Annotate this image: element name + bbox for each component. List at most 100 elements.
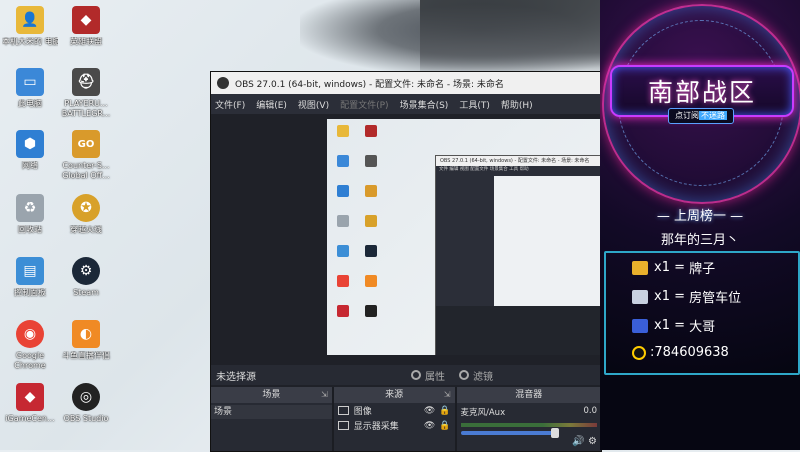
- source-row-display-capture[interactable]: 显示器采集 👁 🔒: [334, 418, 455, 433]
- obs-app-icon: [217, 77, 229, 89]
- desktop-icon-douyu[interactable]: ◐ 斗鱼直播伴侣: [58, 320, 114, 361]
- scenes-header: 场景 ⇲: [211, 387, 332, 403]
- mini-desktop-icon: [337, 185, 349, 197]
- desktop-icon-recycle-bin[interactable]: ♻ 回收站: [2, 194, 58, 235]
- speaker-icon[interactable]: 🔊: [572, 436, 584, 447]
- igamecenter-icon: ◆: [16, 383, 44, 411]
- desktop-icon-csgo[interactable]: GO Counter-S... Global Off...: [58, 130, 114, 181]
- desktop-icon-label: 穿越火线: [70, 225, 102, 234]
- reward-qty: x1: [654, 318, 670, 333]
- obs-titlebar[interactable]: OBS 27.0.1 (64-bit, windows) - 配置文件: 未命名…: [211, 72, 601, 94]
- top-user: 那年的三月丶: [660, 233, 739, 248]
- no-source-label: 未选择源: [216, 371, 256, 383]
- weekly-top-label: — 上周榜一 —: [656, 209, 744, 224]
- menu-tools[interactable]: 工具(T): [459, 98, 490, 111]
- image-source-icon: [337, 406, 349, 415]
- steam-icon: ⚙: [72, 257, 100, 285]
- desktop-icon-igamecenter[interactable]: ◆ iGameCen...: [2, 383, 58, 424]
- sources-title: 来源: [385, 390, 404, 400]
- weekly-label-text: 上周榜一: [673, 209, 726, 224]
- nested-obs-menu: 文件 编辑 视图 配置文件 场景集合 工具 帮助: [439, 167, 529, 172]
- desktop-icon-user[interactable]: 👤 本机大米的 电脑: [2, 6, 58, 47]
- desktop-icon-label: OBS Studio: [63, 414, 109, 423]
- sources-panel: 来源 ⇲ 图像 👁 🔒 显示器采集 👁 🔒: [333, 387, 457, 451]
- csgo-icon: GO: [72, 130, 100, 158]
- desktop-icon-label: 此电脑: [18, 99, 42, 108]
- desktop-icon-pubg[interactable]: ⛑ PLAYERU... BATTLEGR...: [58, 68, 114, 119]
- filters-button[interactable]: 滤镜: [459, 368, 493, 383]
- subscribe-prefix: 点订阅: [675, 111, 699, 120]
- desktop-icon-control-panel[interactable]: ▤ 控制面板: [2, 257, 58, 298]
- crossfire-icon: ✪: [72, 194, 100, 222]
- nested-bottom-panels: [436, 306, 601, 355]
- desktop-icon-label: 斗鱼直播伴侣: [62, 351, 110, 360]
- menu-help[interactable]: 帮助(H): [501, 98, 533, 111]
- reward-row: x1 = 房管车位: [632, 287, 741, 306]
- obs-window[interactable]: OBS 27.0.1 (64-bit, windows) - 配置文件: 未命名…: [210, 71, 602, 452]
- source-name: 显示器采集: [353, 422, 399, 432]
- mini-desktop-icon: [337, 155, 349, 167]
- desktop-icon-label: 网络: [22, 161, 38, 170]
- lock-icon[interactable]: 🔒: [439, 406, 450, 416]
- reward-eq: =: [674, 289, 686, 304]
- desktop-icon-label: Google Chrome: [14, 351, 46, 370]
- source-row-image[interactable]: 图像 👁 🔒: [334, 403, 455, 418]
- desktop-icon-lol[interactable]: ◆ 英雄联盟: [58, 6, 114, 47]
- mini-desktop-icon: [337, 305, 349, 317]
- mini-desktop-icon: [365, 215, 377, 227]
- mini-desktop-icon: [365, 305, 377, 317]
- mixer-channel: 麦克风/Aux 0.0: [457, 403, 602, 421]
- menu-view[interactable]: 视图(V): [298, 98, 329, 111]
- reward-eq: =: [674, 260, 686, 275]
- desktop-icon-this-pc[interactable]: ▭ 此电脑: [2, 68, 58, 109]
- reward-row: x1 = 大哥: [632, 316, 715, 335]
- mini-desktop-icon: [365, 155, 377, 167]
- undock-icon[interactable]: ⇲: [321, 387, 328, 403]
- lock-icon[interactable]: 🔒: [439, 421, 450, 431]
- desktop-icon-network[interactable]: ⬢ 网络: [2, 130, 58, 171]
- properties-button[interactable]: 属性: [411, 368, 445, 383]
- scenes-panel: 场景 ⇲ 场景: [211, 387, 334, 451]
- recycle-bin-icon: ♻: [16, 194, 44, 222]
- desktop-icon-label: 回收站: [18, 225, 42, 234]
- scenes-title: 场景: [262, 390, 281, 400]
- desktop-icon-chrome[interactable]: ◉ Google Chrome: [2, 320, 58, 371]
- desktop-icon-label: 英雄联盟: [70, 37, 102, 46]
- desktop-icon-crossfire[interactable]: ✪ 穿越火线: [58, 194, 114, 235]
- mini-desktop-icon: [365, 185, 377, 197]
- mini-desktop-icon: [365, 125, 377, 137]
- source-toolbar: 未选择源 属性 滤镜: [211, 365, 601, 385]
- filters-label: 滤镜: [473, 371, 493, 383]
- dock-panels: 场景 ⇲ 场景 来源 ⇲ 图像 👁 🔒 显示器采集 👁 🔒 混音器 麦克风/Au…: [211, 387, 601, 451]
- monitor-source-icon: [337, 421, 349, 430]
- desktop-icon-obs[interactable]: ◎ OBS Studio: [58, 383, 114, 424]
- reward-row: x1 = 牌子: [632, 258, 715, 277]
- reward-name: 大哥: [689, 320, 716, 335]
- gear-icon: [411, 370, 421, 380]
- menu-profile[interactable]: 配置文件(P): [340, 98, 388, 111]
- source-name: 图像: [353, 407, 372, 417]
- gear-icon[interactable]: ⚙: [588, 436, 597, 447]
- scene-item[interactable]: 场景: [211, 405, 332, 419]
- menu-file[interactable]: 文件(F): [215, 98, 245, 111]
- user-folder-icon: 👤: [16, 6, 44, 34]
- mixer-panel: 混音器 麦克风/Aux 0.0 🔊 ⚙: [456, 387, 602, 451]
- lol-icon: ◆: [72, 6, 100, 34]
- subscribe-badge: 点订阅 不迷路: [668, 108, 734, 124]
- mixer-channel-name: 麦克风/Aux: [460, 408, 506, 418]
- network-icon: ⬢: [16, 130, 44, 158]
- menu-edit[interactable]: 编辑(E): [256, 98, 287, 111]
- menu-scene-collection[interactable]: 场景集合(S): [400, 98, 449, 111]
- reward-name: 牌子: [689, 262, 716, 277]
- pubg-icon: ⛑: [72, 68, 100, 96]
- volume-slider[interactable]: [460, 428, 559, 438]
- visibility-eye-icon[interactable]: 👁: [424, 406, 435, 416]
- mini-desktop-icon: [365, 275, 377, 287]
- undock-icon[interactable]: ⇲: [444, 387, 451, 403]
- desktop-icon-steam[interactable]: ⚙ Steam: [58, 257, 114, 298]
- douyu-icon: ◐: [72, 320, 100, 348]
- reward-qty: x1: [654, 289, 670, 304]
- obs-icon: ◎: [72, 383, 100, 411]
- visibility-eye-icon[interactable]: 👁: [424, 421, 435, 431]
- mini-desktop-icon: [365, 245, 377, 257]
